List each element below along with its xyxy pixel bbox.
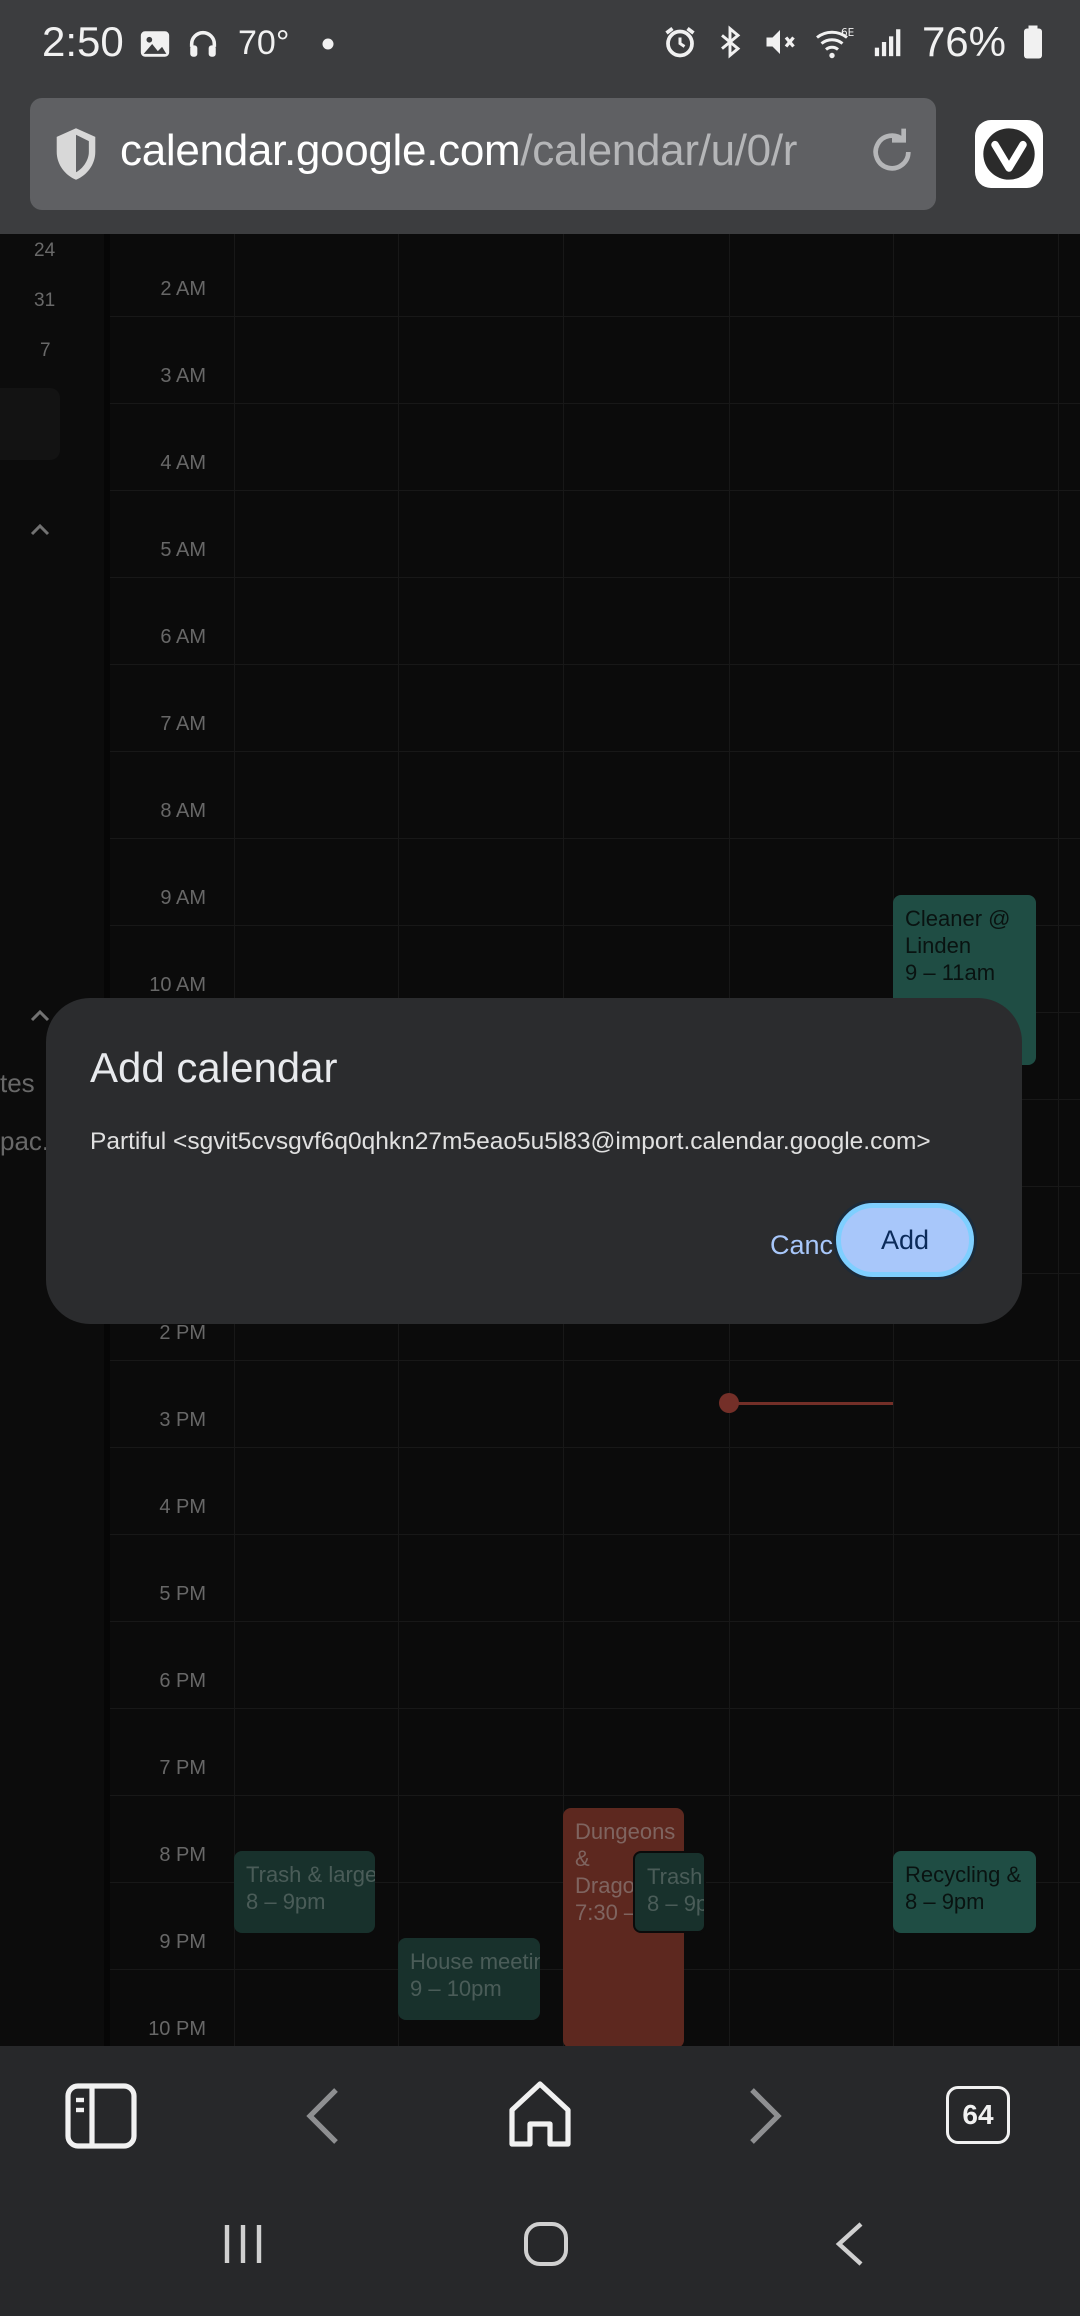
- home-icon: [509, 2081, 571, 2147]
- chevron-left-icon: [306, 2088, 338, 2144]
- signal-icon: [874, 29, 901, 57]
- battery-percent: 76%: [921, 18, 1006, 65]
- dot-icon: [322, 38, 334, 49]
- system-back-icon: [835, 2222, 863, 2266]
- chevron-right-icon: [750, 2088, 782, 2144]
- url-text[interactable]: calendar.google.com/calendar/u/0/r: [120, 126, 876, 176]
- alarm-icon: [665, 27, 695, 58]
- url-path: /calendar/u/0/r: [520, 126, 798, 175]
- url-domain: calendar.google.com: [120, 126, 521, 175]
- panel-icon: [65, 2083, 137, 2149]
- wifi-6e-icon: 6E: [816, 27, 854, 59]
- recent-apps-icon: [224, 2225, 262, 2263]
- tab-switcher-button[interactable]: 64: [946, 2086, 1010, 2144]
- home-button[interactable]: [506, 2078, 574, 2150]
- status-right-icons: 6E 76%: [662, 18, 1044, 66]
- shield-icon[interactable]: [50, 124, 102, 184]
- system-home-button[interactable]: [520, 2218, 572, 2270]
- gallery-icon: [140, 30, 170, 57]
- browser-toolbar: 64: [0, 2046, 1080, 2186]
- system-home-icon: [524, 2222, 568, 2266]
- dialog-message: Partiful <sgvit5cvsgvf6q0qhkn27m5eao5u5l…: [90, 1128, 931, 1155]
- status-time: 2:50: [42, 18, 124, 65]
- status-left-icons: 70°: [138, 24, 339, 63]
- svg-text:6E: 6E: [841, 27, 854, 39]
- dialog-title: Add calendar: [90, 1044, 338, 1091]
- vivaldi-menu-button[interactable]: [975, 120, 1043, 188]
- mute-icon: [766, 30, 795, 54]
- add-calendar-dialog: Add calendar Partiful <sgvit5cvsgvf6q0qh…: [46, 998, 1022, 1324]
- system-navigation-bar: [0, 2186, 1080, 2316]
- status-temperature: 70°: [238, 24, 290, 62]
- status-bar: 2:50 70° 6E 76%: [0, 0, 1080, 92]
- back-button[interactable]: [300, 2082, 348, 2150]
- address-bar[interactable]: calendar.google.com/calendar/u/0/r: [30, 98, 936, 210]
- recent-apps-button[interactable]: [216, 2218, 272, 2270]
- bluetooth-icon: [720, 25, 741, 59]
- tab-count: 64: [962, 2099, 994, 2130]
- reload-icon[interactable]: [864, 124, 920, 180]
- battery-icon: [1024, 25, 1042, 59]
- headphones-icon: [189, 30, 217, 57]
- forward-button[interactable]: [740, 2082, 788, 2150]
- system-back-button[interactable]: [828, 2218, 872, 2270]
- add-button[interactable]: Add: [836, 1203, 974, 1277]
- panels-button[interactable]: [64, 2082, 138, 2150]
- vivaldi-logo-icon: [983, 128, 1035, 180]
